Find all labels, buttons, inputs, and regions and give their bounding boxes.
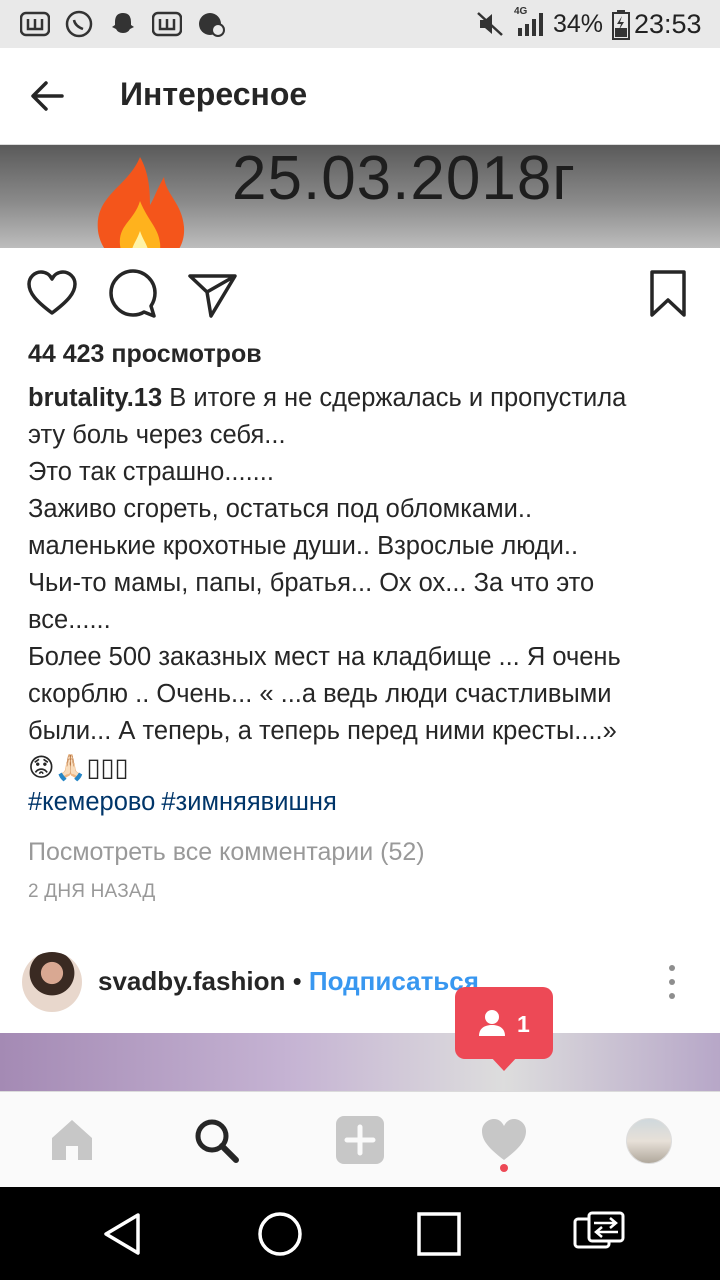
- like-heart-icon[interactable]: [26, 268, 78, 320]
- next-post-username[interactable]: svadby.fashion: [98, 966, 285, 996]
- nav-back-icon[interactable]: [98, 1209, 148, 1259]
- caption-emoji-line: 😟🙏🏻▯▯▯: [28, 754, 129, 782]
- caption-line: скорблю .. Очень... « ...а ведь люди сча…: [28, 680, 612, 708]
- hashtag-link[interactable]: #кемерово: [28, 788, 155, 816]
- clock: 23:53: [634, 9, 702, 39]
- post-media[interactable]: 25.03.2018г: [0, 145, 720, 248]
- next-post-media[interactable]: [0, 1033, 720, 1093]
- hashtag-link[interactable]: #зимняявишня: [161, 788, 337, 816]
- comment-icon[interactable]: [107, 268, 159, 320]
- post-caption: brutality.13 В итоге я не сдержалась и п…: [28, 380, 692, 787]
- caption-line: brutality.13 В итоге я не сдержалась и п…: [28, 380, 692, 417]
- add-post-icon[interactable]: [334, 1114, 386, 1166]
- caption-line: эту боль через себя...: [28, 421, 286, 449]
- whatsapp-icon: [65, 10, 93, 38]
- views-count: 44 423 просмотров: [28, 340, 262, 368]
- nav-switch-app-icon[interactable]: [572, 1209, 626, 1259]
- system-nav-bar: [0, 1187, 720, 1280]
- caption-username[interactable]: brutality.13: [28, 384, 162, 412]
- media-date-text: 25.03.2018г: [232, 145, 576, 213]
- nav-home-icon[interactable]: [255, 1209, 305, 1259]
- caption-line: Более 500 заказных мест на кладбище ... …: [28, 643, 621, 671]
- battery-icon: [612, 10, 630, 40]
- bottom-tab-bar: [0, 1091, 720, 1188]
- view-all-comments-link[interactable]: Посмотреть все комментарии (52): [28, 838, 425, 867]
- app-w-icon: [20, 11, 50, 37]
- caption-line: Это так страшно.......: [28, 458, 274, 486]
- separator-dot: •: [285, 966, 309, 996]
- next-post-user-row: svadby.fashion • Подписаться: [98, 966, 479, 997]
- caption-line: маленькие крохотные души.. Взрослые люди…: [28, 532, 579, 560]
- caption-line: Чьи-то мамы, папы, братья... Ох ох... За…: [28, 569, 595, 597]
- share-send-icon[interactable]: [187, 268, 239, 320]
- person-icon: [479, 1010, 505, 1036]
- profile-avatar-tab[interactable]: [626, 1118, 672, 1164]
- search-icon[interactable]: [190, 1114, 242, 1166]
- home-icon[interactable]: [46, 1114, 98, 1166]
- caption-text: В итоге я не сдержалась и пропустила: [162, 384, 627, 412]
- mute-icon: [477, 12, 503, 36]
- post-timestamp: 2 ДНЯ НАЗАД: [28, 881, 156, 902]
- notification-count: 1: [517, 1011, 530, 1037]
- app-w-icon-2: [152, 11, 182, 37]
- status-bar: 4G 34% 23:53: [0, 0, 720, 48]
- app-update-icon: [199, 13, 225, 37]
- bookmark-icon[interactable]: [646, 268, 690, 320]
- nav-recents-icon[interactable]: [414, 1209, 464, 1259]
- back-arrow-icon[interactable]: [24, 72, 72, 120]
- follow-button[interactable]: Подписаться: [309, 966, 479, 996]
- caption-line: Заживо сгореть, остаться под обломками..: [28, 495, 533, 523]
- caption-line: были... А теперь, а теперь перед ними кр…: [28, 717, 617, 745]
- caption-line: все......: [28, 606, 111, 634]
- battery-percent: 34%: [553, 10, 604, 38]
- activity-notification-bubble[interactable]: 1: [455, 987, 553, 1059]
- hashtags: #кемерово #зимняявишня: [28, 788, 343, 817]
- more-options-icon[interactable]: [662, 962, 682, 1002]
- activity-heart-icon[interactable]: [478, 1114, 530, 1166]
- snapchat-icon: [112, 13, 134, 33]
- next-post-avatar[interactable]: [22, 952, 82, 1012]
- activity-indicator-dot: [500, 1164, 508, 1172]
- page-title: Интересное: [120, 76, 308, 112]
- top-header: Интересное: [0, 48, 720, 145]
- fire-emoji-icon: [97, 157, 185, 248]
- signal-icon: [518, 13, 543, 36]
